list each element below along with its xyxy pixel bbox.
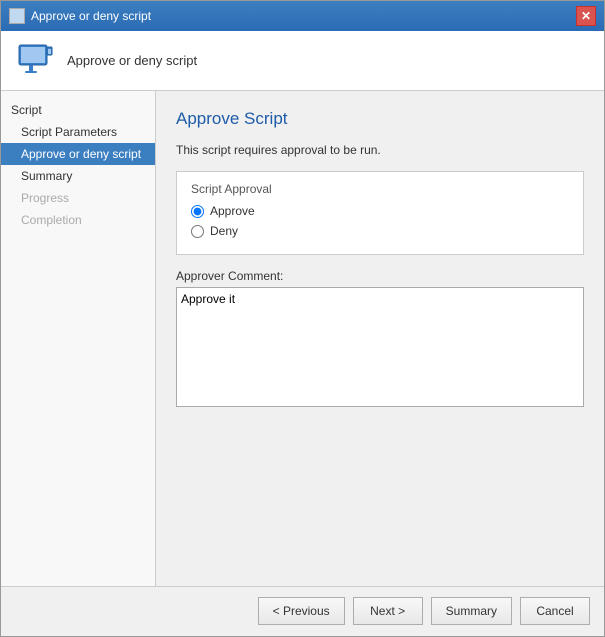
cancel-button[interactable]: Cancel <box>520 597 590 625</box>
next-button[interactable]: Next > <box>353 597 423 625</box>
approve-label: Approve <box>210 204 255 218</box>
deny-option[interactable]: Deny <box>191 224 569 238</box>
previous-button[interactable]: < Previous <box>258 597 345 625</box>
main-panel: Approve Script This script requires appr… <box>156 91 604 586</box>
content-area: Script Script Parameters Approve or deny… <box>1 91 604 586</box>
main-window: Approve or deny script ✕ Approve or deny… <box>0 0 605 637</box>
description-text: This script requires approval to be run. <box>176 143 584 157</box>
sidebar-item-completion: Completion <box>1 209 155 231</box>
footer: < Previous Next > Summary Cancel <box>1 586 604 636</box>
sidebar-section-script: Script <box>1 99 155 121</box>
header-banner: Approve or deny script <box>1 31 604 91</box>
sidebar-item-script-parameters[interactable]: Script Parameters <box>1 121 155 143</box>
sidebar-item-summary[interactable]: Summary <box>1 165 155 187</box>
window-icon <box>9 8 25 24</box>
deny-label: Deny <box>210 224 238 238</box>
summary-button[interactable]: Summary <box>431 597 512 625</box>
comment-section: Approver Comment: Approve it <box>176 269 584 410</box>
main-title: Approve Script <box>176 109 584 129</box>
title-bar-left: Approve or deny script <box>9 8 151 24</box>
close-button[interactable]: ✕ <box>576 6 596 26</box>
header-icon <box>15 41 55 81</box>
deny-radio[interactable] <box>191 225 204 238</box>
approve-radio[interactable] <box>191 205 204 218</box>
script-approval-label: Script Approval <box>191 182 569 196</box>
title-bar-text: Approve or deny script <box>31 9 151 23</box>
approver-comment-textarea[interactable]: Approve it <box>176 287 584 407</box>
sidebar-item-progress: Progress <box>1 187 155 209</box>
approval-group: Script Approval Approve Deny <box>176 171 584 255</box>
title-bar: Approve or deny script ✕ <box>1 1 604 31</box>
header-title: Approve or deny script <box>67 53 197 68</box>
approver-comment-label: Approver Comment: <box>176 269 584 283</box>
sidebar: Script Script Parameters Approve or deny… <box>1 91 156 586</box>
approve-option[interactable]: Approve <box>191 204 569 218</box>
sidebar-item-approve-deny[interactable]: Approve or deny script <box>1 143 155 165</box>
